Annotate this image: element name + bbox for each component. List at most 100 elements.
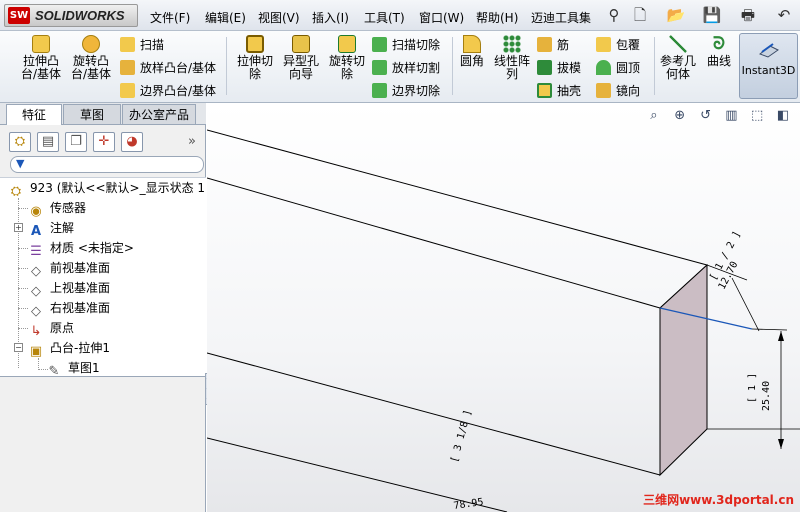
sweep-cut-label: 扫描切除 xyxy=(392,38,441,52)
tree-item-material[interactable]: ☰ 材质 <未指定> xyxy=(28,238,134,259)
manager-icon-row: ⛭ ▤ ❐ ✛ ◕ » xyxy=(0,129,206,155)
tree-item-boss-extrude1[interactable]: ▣ 凸台-拉伸1 xyxy=(28,338,110,359)
dimxpert-manager-icon[interactable]: ✛ xyxy=(93,132,115,152)
linear-pattern-button[interactable]: 线性阵 列 xyxy=(491,35,533,81)
mirror-button[interactable]: 镜向 xyxy=(596,82,640,99)
wrap-button[interactable]: 包覆 xyxy=(596,36,640,53)
tree-item-label: 右视基准面 xyxy=(50,301,111,315)
menu-view[interactable]: 视图(V) xyxy=(258,9,300,26)
height-dimension-fraction: [ 1 ] xyxy=(747,373,758,403)
reference-geometry-button[interactable]: 参考几 何体 xyxy=(656,35,700,81)
revolve-cut-icon xyxy=(338,35,356,53)
print-icon[interactable]: 🖶 xyxy=(738,5,758,25)
menu-maidi-tools[interactable]: 迈迪工具集 xyxy=(531,9,591,26)
solidworks-logo[interactable]: SW SOLIDWORKS xyxy=(4,4,138,27)
sweep-cut-button[interactable]: 扫描切除 xyxy=(372,36,440,53)
extrude-cut-label-1: 拉伸切 xyxy=(236,54,273,68)
fillet-label: 圆角 xyxy=(459,54,484,68)
tree-root-part[interactable]: ⛭ 923 (默认<<默认>_显示状态 1 xyxy=(8,178,205,199)
shell-button[interactable]: 抽壳 xyxy=(537,82,581,99)
watermark-text: 三维网www.3dportal.cn xyxy=(643,493,794,507)
menu-tools[interactable]: 工具(T) xyxy=(364,9,405,26)
menu-edit[interactable]: 编辑(E) xyxy=(205,9,246,26)
loft-label: 放样凸台/基体 xyxy=(140,61,217,75)
height-dimension[interactable]: [ 1 ] 25.40 xyxy=(747,373,772,411)
graphics-area[interactable]: ⌕ ⊕ ↺ ▥ ⬚ ◧ [ 1 / 2 ] 12.70 [ 1] 25.40 … xyxy=(207,103,800,512)
collapse-icon[interactable]: − xyxy=(14,343,23,352)
extrude-boss-button[interactable]: 拉伸凸 台/基体 xyxy=(18,35,64,81)
extrude-cut-icon xyxy=(246,35,264,53)
sketch-icon: ✎ xyxy=(48,364,60,379)
model-edge xyxy=(207,352,661,476)
display-manager-icon[interactable]: ◕ xyxy=(121,132,143,152)
boundary-cut-button[interactable]: 边界切除 xyxy=(372,82,440,99)
menu-help[interactable]: 帮助(H) xyxy=(476,9,518,26)
tree-item-sensors[interactable]: ◉ 传感器 xyxy=(28,198,86,219)
tree-item-front-plane[interactable]: ◇ 前视基准面 xyxy=(28,258,110,279)
instant3d-button[interactable]: Instant3D xyxy=(739,33,798,99)
feature-manager-icon[interactable]: ⛭ xyxy=(9,132,31,152)
sweep-label: 扫描 xyxy=(140,38,165,52)
sweep-button[interactable]: 扫描 xyxy=(120,36,164,53)
shell-label: 抽壳 xyxy=(557,84,582,98)
model-view: [ 1 / 2 ] 12.70 [ 1 ] 25.40 [ 3 1/8 ] 78… xyxy=(207,129,800,512)
boundary-boss-icon xyxy=(120,83,135,98)
curves-button[interactable]: ᘐ 曲线 xyxy=(703,35,735,68)
width-dimension[interactable]: [ 1 / 2 ] 12.70 xyxy=(706,229,754,291)
tree-item-sketch1[interactable]: ✎ 草图1 xyxy=(46,358,100,379)
hole-wizard-button[interactable]: 异型孔 向导 xyxy=(278,35,324,81)
pin-icon[interactable]: ⚲ xyxy=(604,5,624,25)
rib-button[interactable]: 筋 xyxy=(537,36,569,53)
sw-badge: SW xyxy=(8,7,30,24)
tree-guide xyxy=(18,308,28,309)
tab-sketch[interactable]: 草图 xyxy=(63,104,121,124)
revolve-cut-button[interactable]: 旋转切 除 xyxy=(324,35,370,81)
reference-geometry-label-1: 参考几 xyxy=(659,54,696,68)
tree-item-top-plane[interactable]: ◇ 上视基准面 xyxy=(28,278,110,299)
revolve-boss-button[interactable]: 旋转凸 台/基体 xyxy=(68,35,114,81)
extrude-boss-label-2: 台/基体 xyxy=(20,67,62,81)
boundary-boss-button[interactable]: 边界凸台/基体 xyxy=(120,82,216,99)
extrude-boss-label-1: 拉伸凸 xyxy=(22,54,59,68)
extrude-cut-button[interactable]: 拉伸切 除 xyxy=(232,35,278,81)
undo-icon[interactable]: ↶ xyxy=(774,5,794,25)
menu-insert[interactable]: 插入(I) xyxy=(312,9,349,26)
menu-bar: SW SOLIDWORKS 文件(F) 编辑(E) 视图(V) 插入(I) 工具… xyxy=(0,0,800,31)
tree-item-label: 材质 <未指定> xyxy=(50,241,134,255)
dome-icon xyxy=(596,60,611,75)
menu-file[interactable]: 文件(F) xyxy=(150,9,190,26)
tree-item-annotations[interactable]: A 注解 xyxy=(28,218,75,239)
draft-label: 拔模 xyxy=(557,61,582,75)
hole-wizard-label-2: 向导 xyxy=(288,67,313,81)
fillet-button[interactable]: 圆角 xyxy=(455,35,489,68)
dome-button[interactable]: 圆顶 xyxy=(596,59,640,76)
length-dimension-fraction: [ 3 1/8 ] xyxy=(449,409,474,464)
tree-item-right-plane[interactable]: ◇ 右视基准面 xyxy=(28,298,111,319)
loft-button[interactable]: 放样凸台/基体 xyxy=(120,59,216,76)
length-dimension[interactable]: [ 3 1/8 ] xyxy=(449,409,474,464)
feature-filter-input[interactable]: ▼ xyxy=(10,156,204,173)
expand-icon[interactable]: + xyxy=(14,223,23,232)
new-document-icon[interactable]: 🗋 xyxy=(630,5,650,25)
save-icon[interactable]: 💾 xyxy=(702,5,722,25)
loft-cut-button[interactable]: 放样切割 xyxy=(372,59,440,76)
height-dimension-value: 25.40 xyxy=(761,381,772,411)
command-tabs: 特征 草图 办公室产品 xyxy=(0,103,206,125)
draft-button[interactable]: 拔模 xyxy=(537,59,581,76)
tree-item-label: 注解 xyxy=(50,221,75,235)
linear-pattern-label-1: 线性阵 xyxy=(493,54,530,68)
curves-icon: ᘐ xyxy=(713,34,725,54)
boundary-boss-label: 边界凸台/基体 xyxy=(140,84,217,98)
linear-pattern-label-2: 列 xyxy=(505,67,518,81)
menu-window[interactable]: 窗口(W) xyxy=(419,9,464,26)
expand-panel-icon[interactable]: » xyxy=(188,134,196,149)
extrude-cut-label-2: 除 xyxy=(248,67,261,81)
open-folder-icon[interactable]: 📂 xyxy=(666,5,686,25)
sweep-cut-icon xyxy=(372,37,387,52)
revolve-boss-label-1: 旋转凸 xyxy=(72,54,109,68)
property-manager-icon[interactable]: ▤ xyxy=(37,132,59,152)
tab-office-products[interactable]: 办公室产品 xyxy=(122,104,196,124)
tree-item-origin[interactable]: ↳ 原点 xyxy=(28,318,74,339)
tab-features[interactable]: 特征 xyxy=(6,104,62,125)
configuration-manager-icon[interactable]: ❐ xyxy=(65,132,87,152)
